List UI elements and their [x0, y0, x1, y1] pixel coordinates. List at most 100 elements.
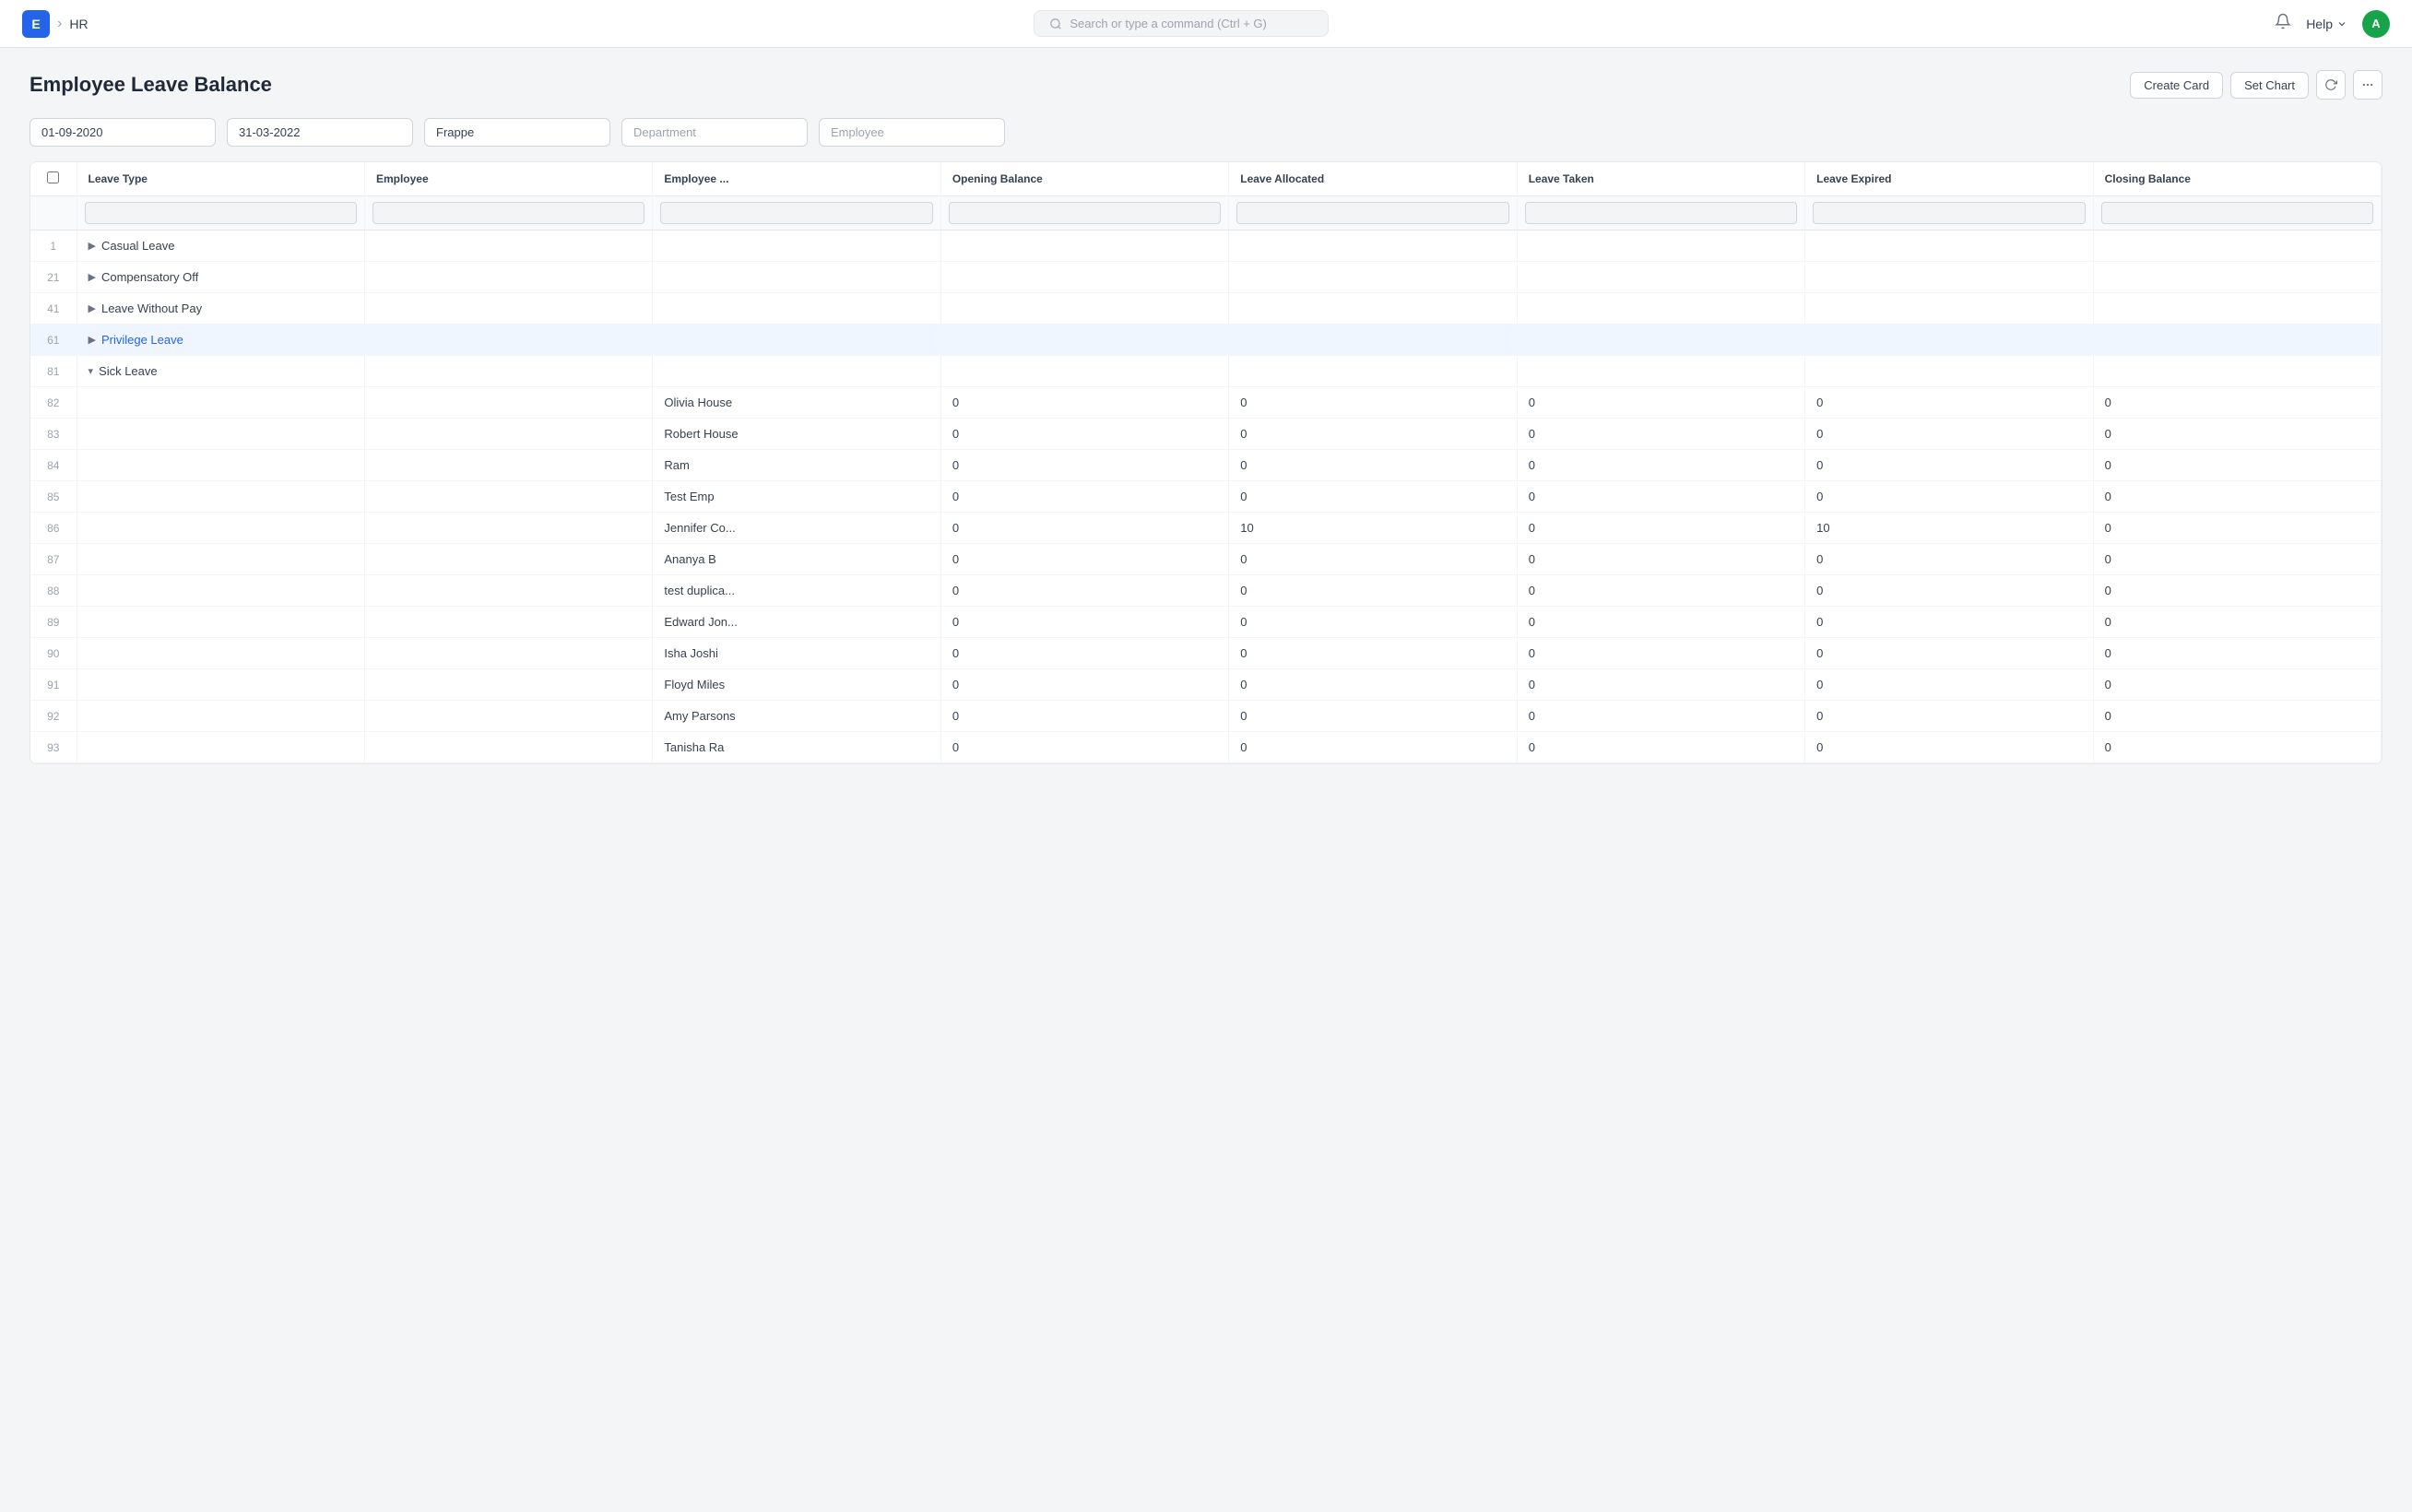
expand-icon[interactable]: ▶ [89, 240, 96, 252]
closing-balance-cell: 0 [2093, 575, 2381, 607]
filter-leave-allocated[interactable] [1236, 202, 1508, 224]
row-number: 88 [30, 575, 77, 607]
opening-balance-cell [940, 293, 1228, 325]
table-row: 82Olivia House00000 [30, 387, 2382, 419]
row-number: 41 [30, 293, 77, 325]
more-options-button[interactable] [2353, 70, 2382, 100]
leave-taken-cell: 0 [1517, 701, 1804, 732]
leave-type-cell[interactable]: ▾Sick Leave [77, 356, 364, 387]
table-body: 1▶Casual Leave21▶Compensatory Off41 ▶ Leav… [30, 230, 2382, 763]
topnav: E › HR Search or type a command (Ctrl + … [0, 0, 2412, 48]
filter-employee-name[interactable] [660, 202, 932, 224]
leave-type-label: Leave Without Pay [101, 301, 202, 315]
leave-expired-cell: 0 [1805, 638, 2093, 669]
employee-id-cell [364, 262, 652, 293]
leave-type-cell [77, 669, 364, 701]
row-number: 87 [30, 544, 77, 575]
closing-balance-cell: 0 [2093, 481, 2381, 513]
opening-balance-cell: 0 [940, 701, 1228, 732]
leave-taken-cell [1517, 230, 1804, 262]
leave-type-cell[interactable]: ▶Casual Leave [77, 230, 364, 262]
employee-name-cell: Amy Parsons [653, 701, 940, 732]
expand-icon[interactable]: ▶ [89, 271, 96, 283]
closing-balance-cell: 0 [2093, 669, 2381, 701]
avatar[interactable]: A [2362, 10, 2390, 38]
employee-id-cell [364, 419, 652, 450]
leave-balance-table: Leave Type Employee Employee ... Opening… [30, 162, 2382, 763]
expand-icon[interactable]: ▶ [89, 302, 96, 314]
notification-icon[interactable] [2275, 13, 2291, 34]
date-from-input[interactable] [30, 118, 216, 147]
leave-expired-cell: 0 [1805, 387, 2093, 419]
col-leave-type: Leave Type [77, 162, 364, 196]
employee-id-cell [364, 293, 652, 325]
opening-balance-cell: 0 [940, 669, 1228, 701]
department-input[interactable] [621, 118, 808, 147]
app-icon[interactable]: E [22, 10, 50, 38]
closing-balance-cell: 0 [2093, 544, 2381, 575]
opening-balance-cell [940, 230, 1228, 262]
date-to-input[interactable] [227, 118, 413, 147]
leave-allocated-cell: 10 [1229, 513, 1517, 544]
table-row: 93Tanisha Ra00000 [30, 732, 2382, 763]
filter-closing-balance[interactable] [2101, 202, 2373, 224]
filter-leave-type[interactable] [85, 202, 357, 224]
row-number: 92 [30, 701, 77, 732]
table-scroll[interactable]: Leave Type Employee Employee ... Opening… [30, 162, 2382, 763]
employee-id-cell [364, 607, 652, 638]
filter-leave-expired[interactable] [1813, 202, 2085, 224]
leave-allocated-cell: 0 [1229, 387, 1517, 419]
leave-type-cell[interactable]: ▶ Leave Without Pay [77, 293, 364, 325]
leave-allocated-cell: 0 [1229, 481, 1517, 513]
employee-name-cell: test duplica... [653, 575, 940, 607]
expand-icon[interactable]: ▶ [89, 334, 96, 346]
employee-name-cell: Floyd Miles [653, 669, 940, 701]
employee-filter-input[interactable] [819, 118, 1005, 147]
leave-expired-cell: 0 [1805, 450, 2093, 481]
opening-balance-cell: 0 [940, 513, 1228, 544]
leave-allocated-cell [1229, 262, 1517, 293]
leave-allocated-cell: 0 [1229, 638, 1517, 669]
create-card-button[interactable]: Create Card [2130, 72, 2223, 99]
employee-name-cell: Robert House [653, 419, 940, 450]
leave-type-cell [77, 513, 364, 544]
refresh-button[interactable] [2316, 70, 2346, 100]
row-number: 81 [30, 356, 77, 387]
leave-expired-cell: 0 [1805, 701, 2093, 732]
leave-type-cell [77, 607, 364, 638]
table-row: 21▶Compensatory Off [30, 262, 2382, 293]
select-all-checkbox[interactable] [47, 171, 59, 183]
company-input[interactable] [424, 118, 610, 147]
leave-taken-cell [1517, 293, 1804, 325]
opening-balance-cell: 0 [940, 638, 1228, 669]
set-chart-button[interactable]: Set Chart [2230, 72, 2309, 99]
row-number: 83 [30, 419, 77, 450]
page-title: Employee Leave Balance [30, 73, 272, 97]
filter-opening-balance[interactable] [949, 202, 1221, 224]
topnav-right: Help A [2275, 10, 2390, 38]
leave-type-label: Privilege Leave [101, 333, 183, 347]
search-bar[interactable]: Search or type a command (Ctrl + G) [1034, 10, 1329, 37]
leave-allocated-cell: 0 [1229, 544, 1517, 575]
employee-name-cell [653, 293, 940, 325]
collapse-icon[interactable]: ▾ [89, 365, 94, 377]
row-number: 1 [30, 230, 77, 262]
opening-balance-cell [940, 262, 1228, 293]
table-row: 81▾Sick Leave [30, 356, 2382, 387]
leave-allocated-cell: 0 [1229, 575, 1517, 607]
help-button[interactable]: Help [2306, 17, 2347, 31]
leave-allocated-cell [1229, 230, 1517, 262]
filter-employee[interactable] [372, 202, 644, 224]
table-row: 89Edward Jon...00000 [30, 607, 2382, 638]
leave-taken-cell: 0 [1517, 450, 1804, 481]
leave-allocated-cell [1229, 356, 1517, 387]
leave-type-cell[interactable]: ▶Compensatory Off [77, 262, 364, 293]
table-row: 88test duplica...00000 [30, 575, 2382, 607]
leave-type-cell[interactable]: ▶ Privilege Leave [77, 325, 364, 356]
table-row: 1▶Casual Leave [30, 230, 2382, 262]
breadcrumb-hr[interactable]: HR [69, 17, 88, 31]
employee-name-cell: Tanisha Ra [653, 732, 940, 763]
leave-allocated-cell: 0 [1229, 419, 1517, 450]
filter-leave-taken[interactable] [1525, 202, 1797, 224]
closing-balance-cell [2093, 325, 2381, 356]
